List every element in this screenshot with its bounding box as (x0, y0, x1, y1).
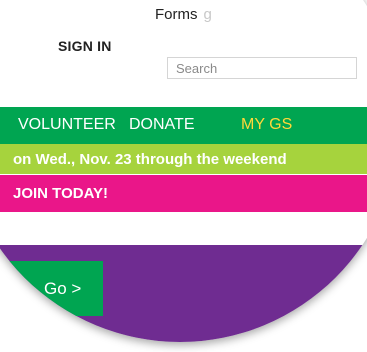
nav-item-donate[interactable]: DONATE (129, 116, 194, 134)
magnifier-lens: Formsg SIGN IN VOLUNTEER DONATE MY GS on… (0, 0, 367, 342)
forms-link-label: Forms (155, 6, 198, 23)
main-nav: VOLUNTEER DONATE MY GS (0, 107, 367, 144)
announcement-text: on Wed., Nov. 23 through the weekend (13, 151, 287, 168)
announcement-banner[interactable]: on Wed., Nov. 23 through the weekend (0, 144, 367, 174)
join-banner-text: JOIN TODAY! (13, 185, 109, 202)
join-banner[interactable]: JOIN TODAY! (0, 175, 367, 212)
nav-item-my-gs[interactable]: MY GS (241, 116, 292, 134)
sign-in-link[interactable]: SIGN IN (58, 38, 112, 54)
magnified-view: Formsg SIGN IN VOLUNTEER DONATE MY GS on… (0, 0, 367, 352)
search-input[interactable] (168, 58, 356, 78)
header-link-fragment: g (203, 6, 212, 23)
search-box[interactable] (167, 57, 357, 79)
forms-link[interactable]: Forms g (155, 6, 212, 23)
page-content: Formsg SIGN IN VOLUNTEER DONATE MY GS on… (0, 0, 367, 342)
nav-item-volunteer[interactable]: VOLUNTEER (18, 116, 116, 134)
go-button[interactable]: Go > (0, 261, 103, 316)
